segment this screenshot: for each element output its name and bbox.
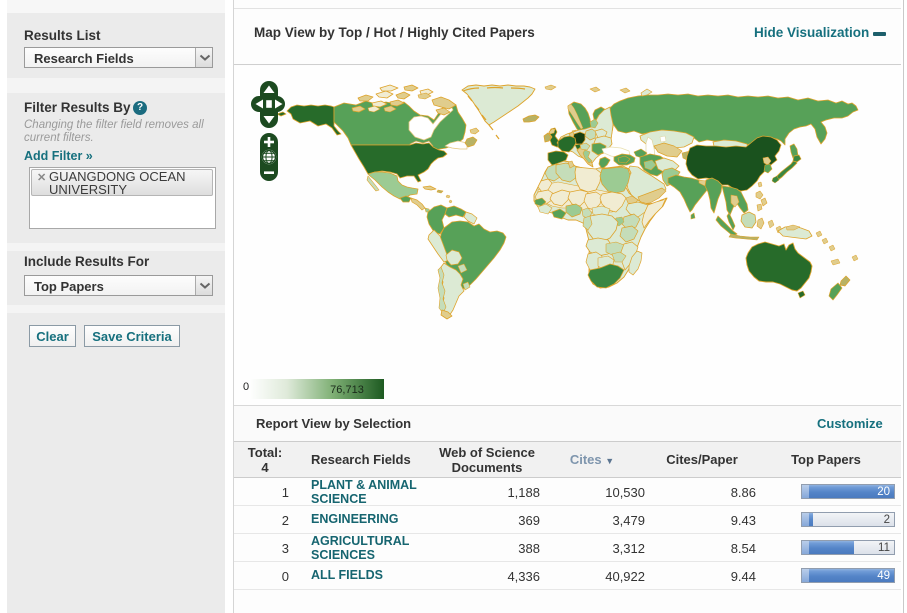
svg-text:0: 0 — [243, 381, 249, 393]
svg-text:76,713: 76,713 — [330, 384, 364, 396]
